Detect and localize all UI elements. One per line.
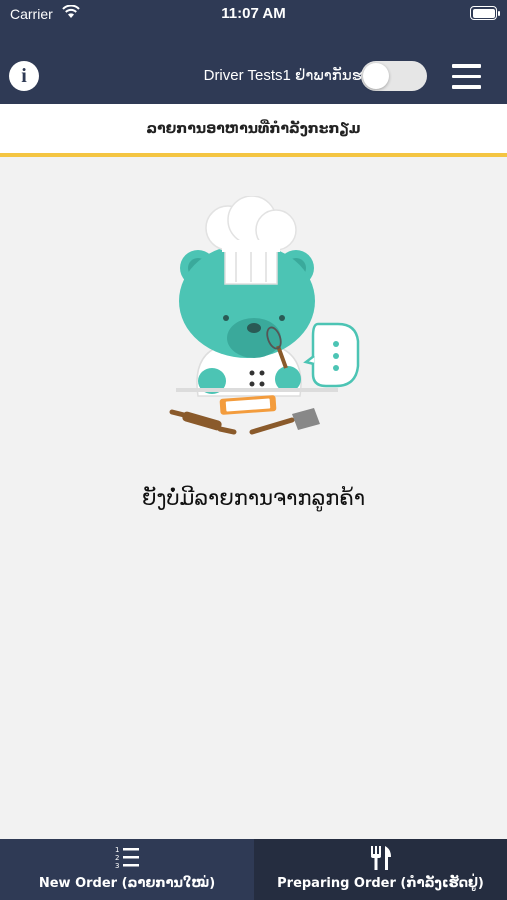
empty-state-message: ຍັງບໍ່ມີລາຍການຈາກລູກຄ້າ — [141, 486, 366, 510]
battery-icon — [470, 6, 500, 20]
tab-new-order-label: New Order (ລາຍການໃໝ່) — [38, 876, 216, 891]
tab-preparing-order-label: Preparing Order (ກຳລັງເຮັດຢູ່) — [277, 876, 484, 891]
page-subheader: ລາຍການອາຫານທີ່ກຳລັງກະກຽມ — [0, 104, 507, 157]
availability-toggle[interactable] — [361, 61, 427, 91]
numbered-list-icon: 1 2 3 — [115, 846, 139, 869]
status-bar: Carrier 11:07 AM — [0, 0, 507, 30]
svg-text:3: 3 — [115, 862, 119, 869]
app-header: Carrier 11:07 AM i Driver Tests1 ຢ່າພາກັ… — [0, 0, 507, 104]
driver-name: Driver Tests1 ຢ່າພາກັນຮ — [203, 67, 362, 84]
page-title: ລາຍການອາຫານທີ່ກຳລັງກະກຽມ — [146, 121, 361, 137]
tab-preparing-order[interactable]: Preparing Order (ກຳລັງເຮັດຢູ່) — [254, 839, 507, 900]
tab-new-order[interactable]: 1 2 3 New Order (ລາຍການໃໝ່) — [0, 839, 254, 900]
fork-knife-icon — [370, 846, 391, 870]
svg-text:2: 2 — [115, 854, 119, 862]
chef-bear-illustration — [169, 196, 360, 435]
hamburger-menu-icon[interactable] — [452, 64, 481, 89]
svg-text:1: 1 — [115, 846, 119, 854]
toggle-knob — [363, 63, 389, 89]
info-icon[interactable]: i — [9, 61, 39, 91]
bottom-tab-bar: 1 2 3 New Order (ລາຍການໃໝ່) Preparing Or… — [0, 839, 507, 900]
status-time: 11:07 AM — [221, 5, 286, 22]
